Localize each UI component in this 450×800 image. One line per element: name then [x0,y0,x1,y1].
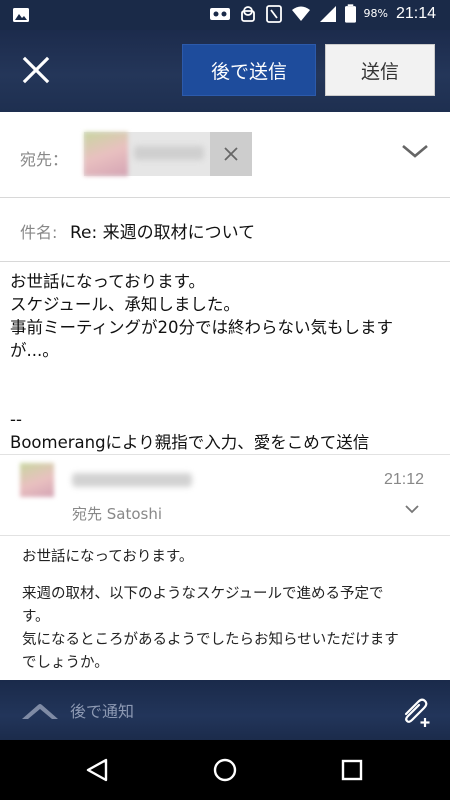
subject-field[interactable]: Re: 来週の取材について [70,218,255,243]
image-icon [13,8,29,22]
battery-percent: 98% [363,7,388,20]
quoted-line: でしょうか。 [22,655,109,671]
battery-icon [344,4,356,23]
body-line: スケジュール、承知しました。 [10,295,240,314]
quoted-line: す。 [22,609,50,625]
recipient-row: 宛先： [0,112,450,198]
recipient-name-redacted [134,146,204,160]
subject-label: 件名: [20,223,58,242]
quoted-line: お世話になっております。 [22,549,194,565]
avatar [84,132,128,176]
close-icon [224,147,238,161]
body-line: が...。 [10,341,59,360]
wifi-icon [291,6,310,21]
close-icon[interactable] [18,52,54,88]
compose-toolbar: 後で通知 [0,680,450,740]
quoted-recipient: 宛先 Satoshi [72,505,163,523]
notify-later-label: 後で通知 [70,702,135,721]
clock: 21:14 [395,4,436,22]
recents-icon[interactable] [337,755,367,785]
message-body[interactable]: お世話になっております。 スケジュール、承知しました。 事前ミーティングが20分… [10,270,440,454]
android-icon [240,5,255,22]
quoted-line: 気になるところがあるようでしたらお知らせいただけます [22,632,399,648]
status-bar: 98% 21:14 [0,0,450,30]
send-later-button[interactable]: 後で送信 [182,44,316,96]
subject-row[interactable]: 件名: Re: 来週の取材について [0,198,450,262]
quoted-line: 来週の取材、以下のようなスケジュールで進める予定で [22,586,384,602]
attach-add-icon[interactable] [398,694,432,728]
nfc-icon [265,4,282,23]
send-button[interactable]: 送信 [325,44,435,96]
boomerang-icon [22,704,58,719]
home-icon[interactable] [210,755,240,785]
body-line: 事前ミーティングが20分では終わらない気もします [10,318,394,337]
recipient-chip[interactable] [84,132,252,176]
chevron-down-icon[interactable] [404,503,420,515]
chevron-down-icon[interactable] [400,142,430,162]
quoted-message-header[interactable]: 宛先 Satoshi 21:12 [0,454,450,536]
to-label: 宛先： [20,150,69,169]
quoted-message-body: お世話になっております。 来週の取材、以下のようなスケジュールで進める予定で す… [22,546,432,689]
sender-name-redacted [72,473,192,487]
quoted-time: 21:12 [383,471,424,488]
body-line: お世話になっております。 [10,272,206,291]
signal-icon [319,5,336,22]
notify-later-button[interactable]: 後で通知 [20,698,134,722]
voicemail-icon [209,7,230,20]
signature-separator: -- [10,410,22,429]
remove-recipient-button[interactable] [210,132,252,176]
compose-app-bar: 後で送信 送信 [0,30,450,112]
avatar [20,463,54,497]
signature: Boomerangにより親指で入力、愛をこめて送信 [10,433,370,452]
system-nav-bar [0,740,450,800]
back-icon[interactable] [82,755,112,785]
